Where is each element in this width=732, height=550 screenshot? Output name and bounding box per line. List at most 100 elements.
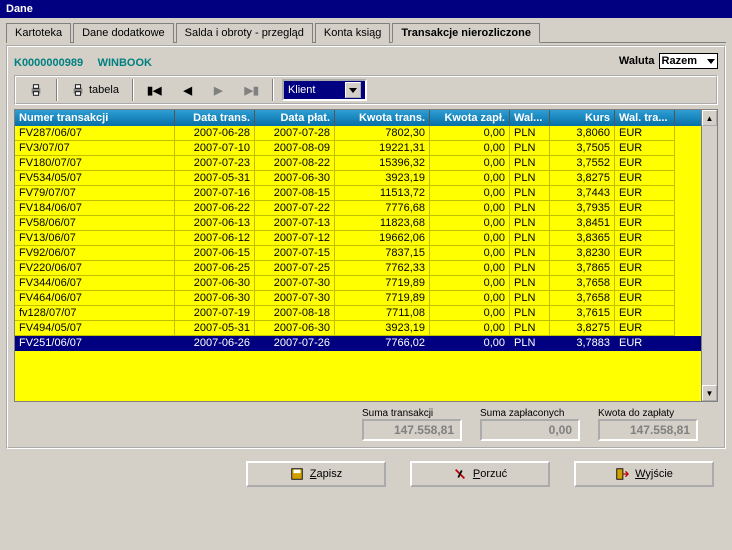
- cell: 2007-06-25: [175, 261, 255, 276]
- cell: 2007-08-22: [255, 156, 335, 171]
- cell: 2007-06-13: [175, 216, 255, 231]
- nav-prev-button[interactable]: ◀: [173, 79, 203, 101]
- cell: 2007-06-26: [175, 336, 255, 351]
- column-header[interactable]: Numer transakcji: [15, 110, 175, 126]
- column-header[interactable]: Wal. tra...: [615, 110, 675, 126]
- tab-konta-ksi-g[interactable]: Konta ksiąg: [315, 23, 390, 43]
- tab-strip: KartotekaDane dodatkoweSalda i obroty - …: [6, 22, 726, 43]
- cell: PLN: [510, 276, 550, 291]
- cell: 3,8451: [550, 216, 615, 231]
- cell: 2007-06-30: [255, 321, 335, 336]
- cell: PLN: [510, 141, 550, 156]
- cell: EUR: [615, 201, 675, 216]
- nav-next-button[interactable]: ▶: [203, 79, 233, 101]
- cell: PLN: [510, 201, 550, 216]
- nav-last-button[interactable]: ▶▮: [233, 79, 270, 101]
- table-row[interactable]: FV3/07/072007-07-102007-08-0919221,310,0…: [15, 141, 701, 156]
- cell: 3,7658: [550, 276, 615, 291]
- table-row[interactable]: FV92/06/072007-06-152007-07-157837,150,0…: [15, 246, 701, 261]
- cell: FV184/06/07: [15, 201, 175, 216]
- cell: FV220/06/07: [15, 261, 175, 276]
- nav-first-button[interactable]: ▮◀: [136, 79, 173, 101]
- table-row[interactable]: FV344/06/072007-06-302007-07-307719,890,…: [15, 276, 701, 291]
- cell: 2007-07-16: [175, 186, 255, 201]
- table-row[interactable]: fv128/07/072007-07-192007-08-187711,080,…: [15, 306, 701, 321]
- cell: 3,8365: [550, 231, 615, 246]
- cell: EUR: [615, 291, 675, 306]
- filter-value: Klient: [288, 84, 316, 96]
- table-row[interactable]: FV79/07/072007-07-162007-08-1511513,720,…: [15, 186, 701, 201]
- cell: FV534/05/07: [15, 171, 175, 186]
- sum-paid-value: 0,00: [480, 419, 580, 441]
- scroll-up-button[interactable]: ▲: [702, 110, 717, 126]
- cell: EUR: [615, 321, 675, 336]
- cell: 7719,89: [335, 276, 430, 291]
- table-row[interactable]: FV184/06/072007-06-222007-07-227776,680,…: [15, 201, 701, 216]
- column-header[interactable]: Data płat.: [255, 110, 335, 126]
- exit-label: Wyjście: [635, 468, 673, 480]
- title-bar: Dane: [0, 0, 732, 18]
- cell: EUR: [615, 261, 675, 276]
- cell: PLN: [510, 336, 550, 351]
- table-row[interactable]: FV180/07/072007-07-232007-08-2215396,320…: [15, 156, 701, 171]
- amount-due-value: 147.558,81: [598, 419, 698, 441]
- exit-button[interactable]: Wyjście: [574, 461, 714, 487]
- print-table-button[interactable]: tabela: [60, 79, 130, 101]
- grid-empty-area: [15, 351, 701, 401]
- discard-button[interactable]: Porzuć: [410, 461, 550, 487]
- cell: 2007-07-10: [175, 141, 255, 156]
- column-header[interactable]: Wal...: [510, 110, 550, 126]
- cell: 2007-06-30: [175, 291, 255, 306]
- currency-select[interactable]: Razem: [659, 53, 718, 69]
- window-title: Dane: [6, 3, 33, 15]
- vertical-scrollbar[interactable]: ▲ ▼: [701, 110, 717, 401]
- tab-salda-i-obroty-przegl-d[interactable]: Salda i obroty - przegląd: [176, 23, 313, 43]
- table-row[interactable]: FV494/05/072007-05-312007-06-303923,190,…: [15, 321, 701, 336]
- cell: EUR: [615, 246, 675, 261]
- column-header[interactable]: Kwota trans.: [335, 110, 430, 126]
- filter-dropdown[interactable]: Klient: [282, 79, 368, 101]
- table-row[interactable]: FV534/05/072007-05-312007-06-303923,190,…: [15, 171, 701, 186]
- column-header[interactable]: Data trans.: [175, 110, 255, 126]
- cell: 3923,19: [335, 321, 430, 336]
- cell: 7711,08: [335, 306, 430, 321]
- table-row[interactable]: FV464/06/072007-06-302007-07-307719,890,…: [15, 291, 701, 306]
- column-header[interactable]: Kwota zapł.: [430, 110, 510, 126]
- cell: FV180/07/07: [15, 156, 175, 171]
- cell: 0,00: [430, 261, 510, 276]
- cell: EUR: [615, 306, 675, 321]
- cell: 0,00: [430, 276, 510, 291]
- table-row[interactable]: FV220/06/072007-06-252007-07-257762,330,…: [15, 261, 701, 276]
- cell: 3,7658: [550, 291, 615, 306]
- column-header[interactable]: Kurs: [550, 110, 615, 126]
- table-row[interactable]: FV251/06/072007-06-262007-07-267766,020,…: [15, 336, 701, 351]
- table-row[interactable]: FV13/06/072007-06-122007-07-1219662,060,…: [15, 231, 701, 246]
- tab-transakcje-nierozliczone[interactable]: Transakcje nierozliczone: [392, 23, 540, 43]
- cell: EUR: [615, 171, 675, 186]
- save-button[interactable]: Zapisz: [246, 461, 386, 487]
- cell: 2007-07-19: [175, 306, 255, 321]
- cell: 11823,68: [335, 216, 430, 231]
- cell: 3,7615: [550, 306, 615, 321]
- cell: 2007-07-12: [255, 231, 335, 246]
- cell: 19221,31: [335, 141, 430, 156]
- table-row[interactable]: FV287/06/072007-06-282007-07-287802,300,…: [15, 126, 701, 141]
- print-button[interactable]: [18, 79, 54, 101]
- action-buttons: Zapisz Porzuć Wyjście: [6, 461, 726, 495]
- tab-dane-dodatkowe[interactable]: Dane dodatkowe: [73, 23, 174, 43]
- cell: 2007-06-12: [175, 231, 255, 246]
- tab-kartoteka[interactable]: Kartoteka: [6, 23, 71, 43]
- cell: 0,00: [430, 306, 510, 321]
- cell: 3923,19: [335, 171, 430, 186]
- cell: 15396,32: [335, 156, 430, 171]
- next-icon: ▶: [214, 84, 222, 97]
- table-row[interactable]: FV58/06/072007-06-132007-07-1311823,680,…: [15, 216, 701, 231]
- cell: EUR: [615, 276, 675, 291]
- cell: 2007-07-23: [175, 156, 255, 171]
- cell: PLN: [510, 261, 550, 276]
- scroll-down-button[interactable]: ▼: [702, 385, 717, 401]
- cell: FV3/07/07: [15, 141, 175, 156]
- chevron-down-icon: [707, 59, 715, 64]
- cell: 3,8275: [550, 321, 615, 336]
- cell: 0,00: [430, 231, 510, 246]
